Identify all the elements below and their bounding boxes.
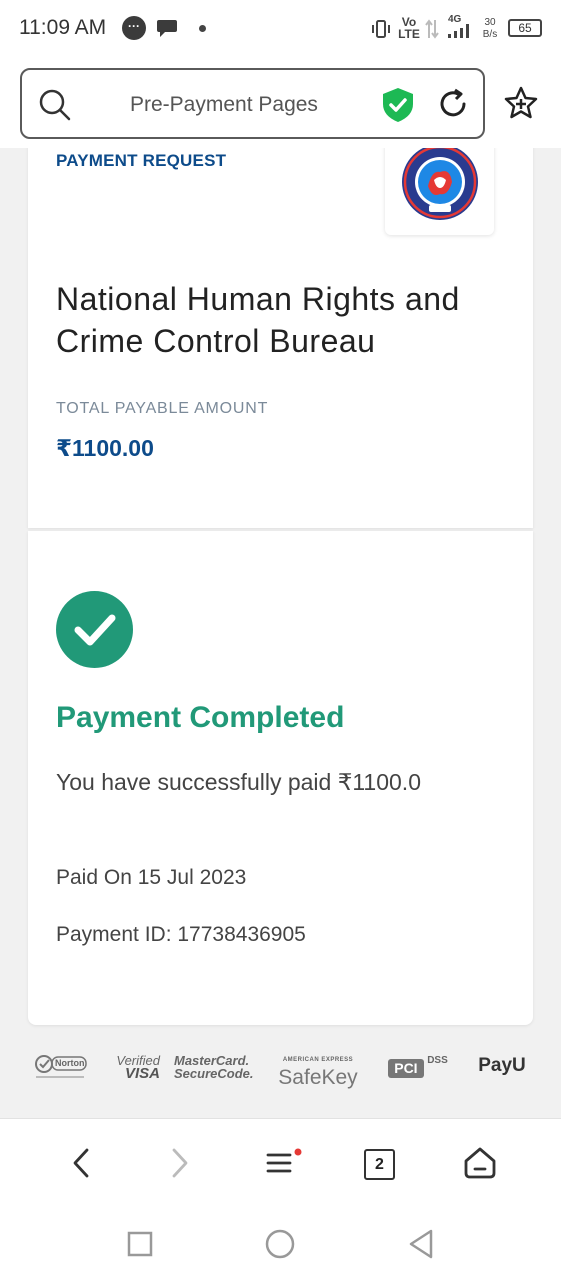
- add-bookmark-star-icon[interactable]: [503, 85, 539, 121]
- search-icon: [39, 89, 71, 121]
- payment-status-title: Payment Completed: [56, 701, 345, 734]
- organization-seal-icon: [402, 148, 478, 220]
- amex-line2: SafeKey: [278, 1066, 358, 1089]
- security-badges: Norton Verified VISA MasterCard. SecureC…: [0, 1048, 561, 1092]
- forward-icon[interactable]: [167, 1146, 193, 1180]
- recent-apps-icon[interactable]: [126, 1230, 154, 1258]
- chat-icon: [157, 20, 177, 37]
- browser-toolbar: Pre-Payment Pages: [0, 58, 561, 148]
- organization-logo: [385, 148, 494, 235]
- payment-status-message: You have successfully paid ₹1100.0: [56, 769, 421, 795]
- status-time: 11:09 AM: [19, 16, 107, 39]
- success-check-icon: [56, 591, 133, 668]
- payu-badge: PayU: [478, 1055, 526, 1076]
- signal-icon: [448, 24, 469, 38]
- payment-request-label: PAYMENT REQUEST: [56, 151, 227, 170]
- home-icon[interactable]: [462, 1145, 498, 1181]
- net-speed-unit: B/s: [482, 29, 498, 40]
- norton-label: Norton: [55, 1058, 85, 1068]
- pci-dss-badge: PCI DSS: [380, 1054, 456, 1078]
- volte-indicator: Vo LTE: [398, 15, 420, 41]
- checkmark-icon: [74, 614, 116, 646]
- reload-icon[interactable]: [436, 87, 470, 121]
- verified-visa-line2: VISA: [124, 1065, 160, 1082]
- payment-request-card: PAYMENT REQUEST National Human Rights an…: [28, 148, 533, 528]
- notification-dot-icon: [199, 25, 206, 32]
- total-amount-value: ₹1100.00: [56, 435, 154, 461]
- data-arrows-icon: [425, 19, 439, 39]
- system-navigation-bar: [0, 1210, 561, 1280]
- address-text[interactable]: Pre-Payment Pages: [130, 93, 318, 117]
- back-button-icon[interactable]: [406, 1228, 436, 1260]
- tabs-count-button[interactable]: 2: [364, 1149, 395, 1180]
- total-amount-label: TOTAL PAYABLE AMOUNT: [56, 400, 269, 417]
- status-bar: 11:09 AM ··· Vo LTE 4G 30 B/s 65: [0, 0, 561, 58]
- battery-indicator: 65: [508, 19, 542, 37]
- norton-badge: Norton: [34, 1054, 88, 1082]
- message-icon: ···: [122, 16, 146, 40]
- payment-status-card: Payment Completed You have successfully …: [28, 531, 533, 1025]
- security-shield-icon[interactable]: [380, 86, 416, 124]
- mastercard-line2: SecureCode.: [174, 1066, 254, 1081]
- payment-id: Payment ID: 17738436905: [56, 923, 306, 946]
- mastercard-securecode-badge: MasterCard. SecureCode.: [174, 1054, 258, 1080]
- verified-visa-badge: Verified VISA: [100, 1054, 160, 1082]
- pci-label: PCI: [388, 1059, 424, 1078]
- amex-safekey-badge: AMERICAN EXPRESS SafeKey: [272, 1054, 364, 1089]
- browser-bottom-bar: 2: [0, 1118, 561, 1210]
- page-content[interactable]: PAYMENT REQUEST National Human Rights an…: [0, 148, 561, 1118]
- organization-name: National Human Rights and Crime Control …: [56, 281, 460, 359]
- pci-dss-label: DSS: [427, 1055, 448, 1066]
- home-button-icon[interactable]: [264, 1228, 296, 1260]
- vibrate-icon: [372, 20, 390, 38]
- menu-icon[interactable]: [264, 1147, 304, 1177]
- address-bar[interactable]: Pre-Payment Pages: [20, 68, 485, 139]
- net-speed-value: 30: [484, 17, 496, 28]
- paid-on-date: Paid On 15 Jul 2023: [56, 866, 247, 889]
- back-icon[interactable]: [68, 1146, 94, 1180]
